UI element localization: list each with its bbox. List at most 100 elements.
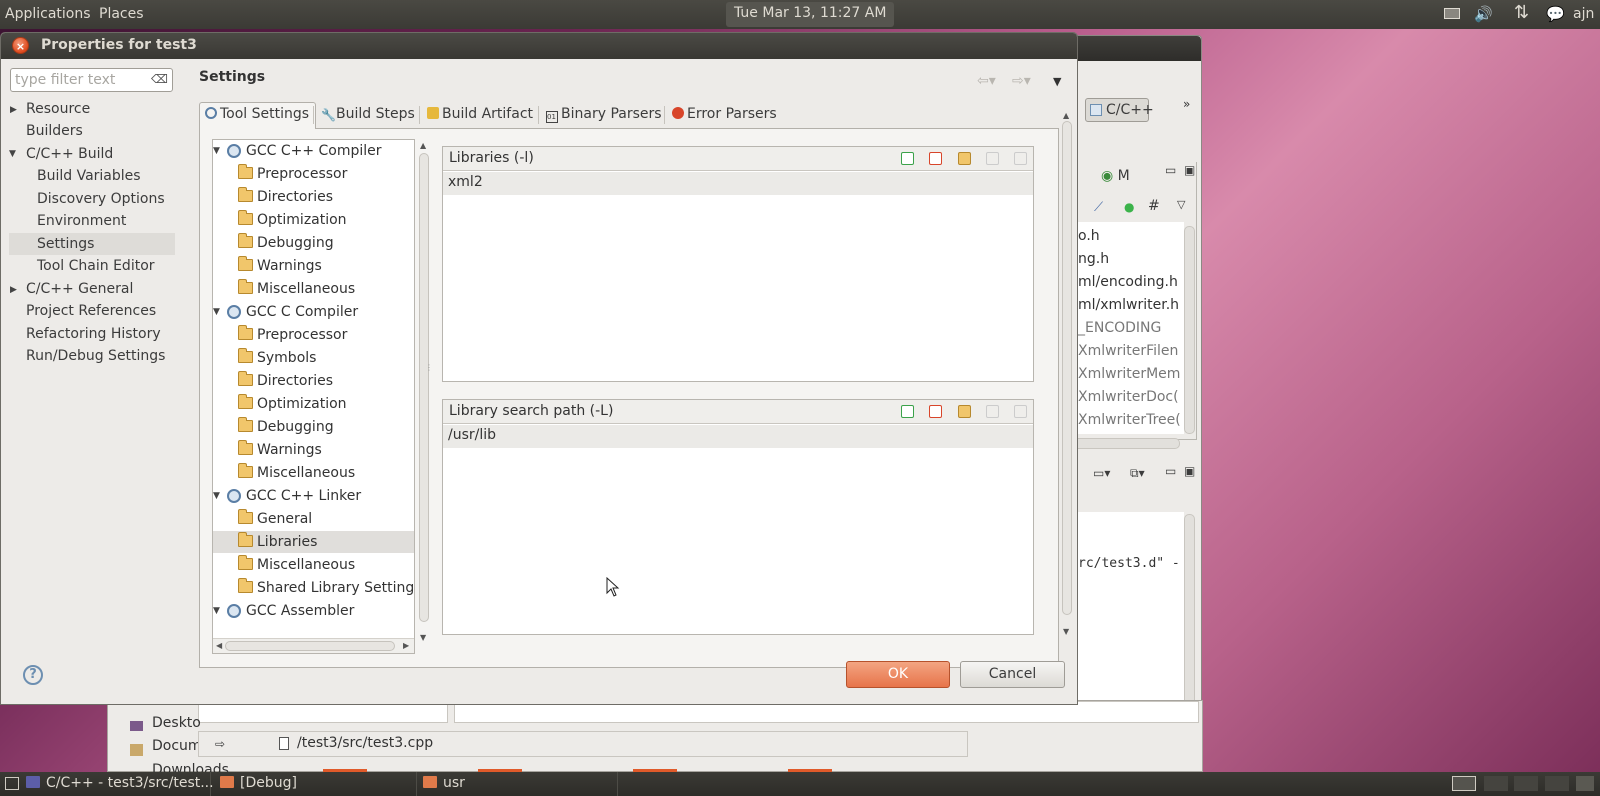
- move-up-icon[interactable]: [986, 152, 999, 165]
- tree-hscrollbar[interactable]: ◀ ▶: [213, 638, 414, 653]
- delete-icon[interactable]: [929, 152, 942, 165]
- edit-icon[interactable]: [958, 152, 971, 165]
- close-icon[interactable]: ×: [12, 37, 29, 54]
- nav-item-settings[interactable]: Settings: [9, 233, 175, 255]
- hide-fields-icon[interactable]: ⟋: [1094, 200, 1103, 215]
- tree-item-miscellaneous[interactable]: Miscellaneous: [213, 278, 414, 300]
- list-item[interactable]: /usr/lib: [443, 425, 1033, 448]
- maximize-icon[interactable]: ▣: [1184, 163, 1195, 177]
- nav-item-environment[interactable]: Environment: [9, 210, 175, 232]
- workspace-switcher-icon[interactable]: [1452, 776, 1476, 791]
- list-item[interactable]: xml2: [443, 172, 1033, 195]
- move-down-icon[interactable]: [1014, 152, 1027, 165]
- tree-item-symbols[interactable]: Symbols: [213, 347, 414, 369]
- tree-item-preprocessor[interactable]: Preprocessor: [213, 324, 414, 346]
- add-icon[interactable]: [901, 152, 914, 165]
- ok-button[interactable]: OK: [846, 661, 950, 688]
- add-icon[interactable]: [901, 405, 914, 418]
- places-item[interactable]: Docum: [152, 738, 202, 754]
- messaging-icon[interactable]: 💬: [1546, 5, 1565, 23]
- panel-vscrollbar[interactable]: [1062, 121, 1072, 615]
- nav-item-build-variables[interactable]: Build Variables: [9, 165, 175, 187]
- tree-item-miscellaneous[interactable]: Miscellaneous: [213, 462, 414, 484]
- chevron-right-icon[interactable]: »: [1183, 97, 1190, 111]
- applications-menu[interactable]: Applications: [5, 6, 91, 22]
- outline-vscrollbar[interactable]: [1184, 226, 1195, 434]
- outline-item[interactable]: XmlwriterDoc(: [1078, 389, 1179, 405]
- nav-item-cpp-build[interactable]: C/C++ Build: [9, 143, 175, 165]
- tab-tool-settings[interactable]: Tool Settings: [199, 102, 317, 129]
- hide-static-icon[interactable]: ●: [1124, 200, 1134, 214]
- outline-item[interactable]: XmlwriterFilen: [1078, 343, 1178, 359]
- clear-filter-icon[interactable]: ⌫: [151, 72, 168, 86]
- move-up-icon[interactable]: [986, 405, 999, 418]
- task-eclipse[interactable]: C/C++ - test3/src/test...: [26, 772, 214, 796]
- tree-item-preprocessor[interactable]: Preprocessor: [213, 163, 414, 185]
- outline-item[interactable]: ng.h: [1078, 251, 1109, 267]
- clock[interactable]: Tue Mar 13, 11:27 AM: [726, 2, 895, 27]
- task-usr-folder[interactable]: usr: [423, 772, 618, 796]
- minimize-icon[interactable]: ▭: [1165, 163, 1176, 177]
- outline-item[interactable]: _ENCODING: [1078, 320, 1161, 336]
- nav-item-resource[interactable]: Resource: [9, 98, 175, 120]
- tree-item-debugging[interactable]: Debugging: [213, 232, 414, 254]
- sash-handle[interactable]: ⋮: [425, 363, 433, 372]
- tab-build-steps[interactable]: 🔧Build Steps: [315, 102, 422, 126]
- outline-item[interactable]: ml/encoding.h: [1078, 274, 1178, 290]
- scroll-down-icon[interactable]: ▼: [420, 633, 426, 642]
- tree-vscrollbar[interactable]: [419, 153, 429, 622]
- open-console-icon[interactable]: ⧉▾: [1130, 466, 1145, 481]
- console-vscrollbar[interactable]: [1184, 514, 1195, 720]
- show-desktop-icon[interactable]: [5, 777, 19, 790]
- workspace-icon[interactable]: [1545, 776, 1569, 791]
- back-icon[interactable]: ⇦▾: [977, 73, 996, 89]
- task-debug-folder[interactable]: [Debug]: [220, 772, 417, 796]
- move-down-icon[interactable]: [1014, 405, 1027, 418]
- scroll-up-icon[interactable]: ▲: [420, 141, 426, 150]
- outline-item[interactable]: o.h: [1078, 228, 1100, 244]
- tree-item-miscellaneous[interactable]: Miscellaneous: [213, 554, 414, 576]
- hscroll-thumb[interactable]: [225, 641, 395, 651]
- workspace-icon[interactable]: [1484, 776, 1508, 791]
- view-menu-icon[interactable]: ▽: [1177, 198, 1185, 211]
- outline-item[interactable]: XmlwriterMem: [1078, 366, 1180, 382]
- places-item[interactable]: Deskto: [152, 715, 201, 731]
- hide-non-public-icon[interactable]: #: [1148, 198, 1160, 214]
- outline-item[interactable]: XmlwriterTree(: [1078, 412, 1181, 428]
- edit-icon[interactable]: [958, 405, 971, 418]
- tab-build-artifact[interactable]: Build Artifact: [421, 102, 540, 126]
- outline-tab[interactable]: ◉ M: [1101, 168, 1130, 184]
- tree-item-gcc-cpp-linker[interactable]: GCC C++ Linker: [213, 485, 414, 507]
- trash-icon[interactable]: [1576, 776, 1594, 791]
- nav-item-builders[interactable]: Builders: [9, 120, 175, 142]
- forward-icon[interactable]: ⇨▾: [1012, 73, 1031, 89]
- tree-item-gcc-assembler[interactable]: GCC Assembler: [213, 600, 414, 622]
- battery-icon[interactable]: [1444, 8, 1460, 19]
- nav-item-discovery-options[interactable]: Discovery Options: [9, 188, 175, 210]
- tab-error-parsers[interactable]: Error Parsers: [666, 102, 784, 126]
- console-toolbar-icon[interactable]: ▭▾: [1093, 466, 1110, 480]
- perspective-button[interactable]: C/C++: [1085, 98, 1154, 122]
- filter-input[interactable]: type filter text ⌫: [10, 68, 173, 92]
- tree-item-gcc-c-compiler[interactable]: GCC C Compiler: [213, 301, 414, 323]
- tree-item-warnings[interactable]: Warnings: [213, 439, 414, 461]
- tree-item-directories[interactable]: Directories: [213, 370, 414, 392]
- tab-binary-parsers[interactable]: 01 Binary Parsers: [540, 102, 669, 126]
- maximize-icon[interactable]: ▣: [1184, 464, 1195, 478]
- tree-item-directories[interactable]: Directories: [213, 186, 414, 208]
- tree-item-shared-library-settings[interactable]: Shared Library Settings: [213, 577, 414, 599]
- nav-item-refactoring-history[interactable]: Refactoring History: [9, 323, 175, 345]
- volume-icon[interactable]: 🔊: [1474, 5, 1493, 23]
- tree-item-gcc-cpp-compiler[interactable]: GCC C++ Compiler: [213, 140, 414, 162]
- nav-item-tool-chain-editor[interactable]: Tool Chain Editor: [9, 255, 175, 277]
- nav-item-run-debug-settings[interactable]: Run/Debug Settings: [9, 345, 175, 367]
- nav-item-cpp-general[interactable]: C/C++ General: [9, 278, 175, 300]
- nav-item-project-references[interactable]: Project References: [9, 300, 175, 322]
- outline-item[interactable]: ml/xmlwriter.h: [1078, 297, 1179, 313]
- delete-icon[interactable]: [929, 405, 942, 418]
- cancel-button[interactable]: Cancel: [960, 661, 1065, 688]
- workspace-icon[interactable]: [1514, 776, 1538, 791]
- scroll-up-icon[interactable]: ▲: [1063, 111, 1069, 120]
- new-icon[interactable]: ⇨: [215, 737, 225, 751]
- user-name[interactable]: ajn: [1573, 6, 1594, 22]
